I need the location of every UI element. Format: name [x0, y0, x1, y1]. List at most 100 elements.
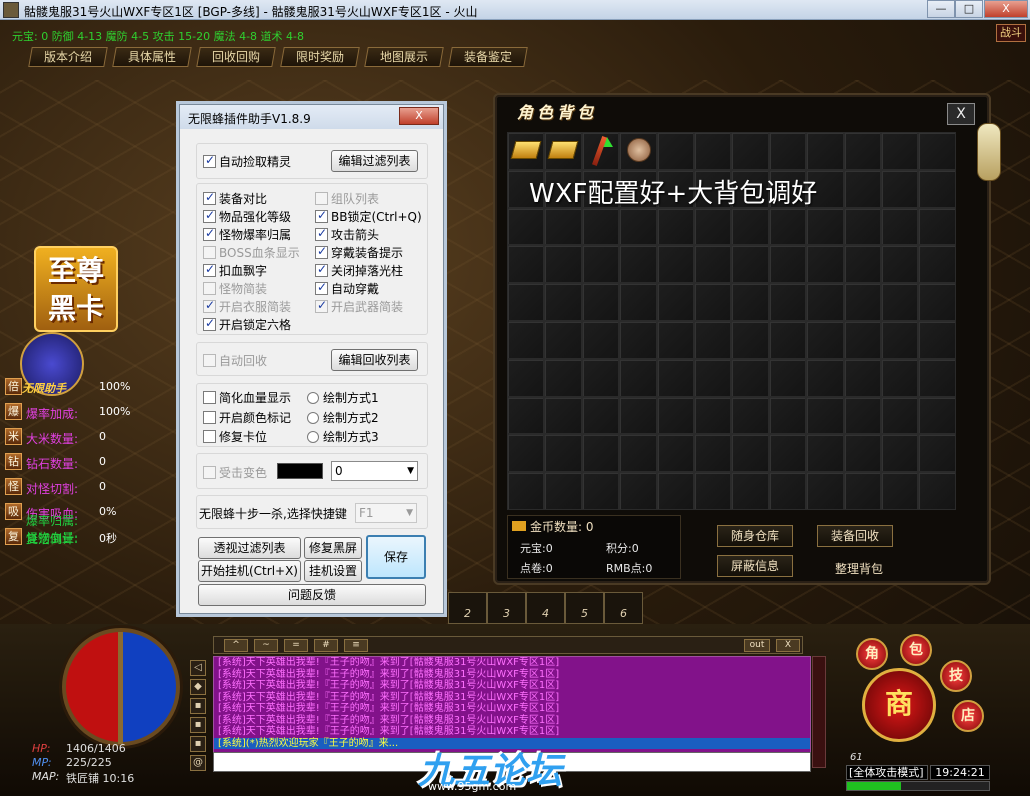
stat-icon[interactable]: 怪	[5, 478, 22, 495]
tab-rewards[interactable]: 限时奖励	[280, 47, 360, 67]
inventory-slot[interactable]	[880, 245, 919, 284]
option-checkbox[interactable]: BB锁定(Ctrl+Q)	[315, 208, 422, 224]
inventory-slot[interactable]	[806, 283, 844, 321]
dialog-close-button[interactable]: X	[399, 107, 439, 125]
inventory-slot[interactable]	[507, 207, 545, 246]
inventory-slot[interactable]	[806, 245, 844, 284]
inventory-slot[interactable]	[544, 396, 582, 435]
inventory-slot[interactable]	[843, 169, 881, 208]
inventory-slot[interactable]	[880, 396, 919, 435]
inventory-slot[interactable]	[544, 358, 582, 397]
inventory-slot[interactable]	[731, 396, 769, 435]
perspective-filter-button[interactable]: 透视过滤列表	[198, 537, 301, 559]
inventory-slot[interactable]	[507, 472, 545, 510]
inventory-slot[interactable]	[843, 358, 881, 397]
inventory-slot[interactable]	[880, 169, 919, 208]
inventory-slot[interactable]	[768, 320, 807, 359]
inventory-slot[interactable]	[806, 358, 844, 397]
inventory-slot[interactable]	[768, 132, 807, 170]
inventory-slot[interactable]	[507, 434, 545, 473]
chat-side-icon[interactable]: @	[190, 755, 206, 771]
inventory-slot[interactable]	[843, 396, 881, 435]
inventory-slot[interactable]	[507, 396, 545, 435]
chat-filter-icon[interactable]: ~	[254, 639, 278, 652]
inventory-slot[interactable]	[768, 434, 807, 473]
inventory-slot[interactable]	[544, 472, 582, 510]
option-checkbox[interactable]: 开启衣服简装	[203, 298, 291, 314]
hotbar-slot[interactable]: 5	[565, 592, 604, 624]
inventory-slot[interactable]	[731, 358, 769, 397]
inventory-slot[interactable]	[693, 245, 732, 284]
fix-stuck-checkbox[interactable]: 修复卡位	[203, 428, 267, 444]
inventory-slot[interactable]	[581, 396, 620, 435]
inventory-slot[interactable]	[693, 358, 732, 397]
hotbar-slot[interactable]: 4	[526, 592, 565, 624]
inventory-slot[interactable]	[768, 207, 807, 246]
bag-button[interactable]: 包	[900, 634, 932, 666]
option-checkbox[interactable]: 开启武器简装	[315, 298, 403, 314]
equipment-recycle-button[interactable]: 装备回收	[817, 525, 893, 547]
portable-storage-button[interactable]: 随身仓库	[717, 525, 793, 547]
hotbar-slot[interactable]: 2	[448, 592, 487, 624]
skill-button[interactable]: 技	[940, 660, 972, 692]
inventory-slot[interactable]	[619, 358, 657, 397]
inventory-slot[interactable]	[656, 396, 694, 435]
close-window-button[interactable]: X	[984, 0, 1028, 18]
inventory-slot[interactable]	[843, 207, 881, 246]
inventory-slot[interactable]	[880, 434, 919, 473]
tab-recycle[interactable]: 回收回购	[196, 47, 276, 67]
inventory-slot[interactable]	[843, 434, 881, 473]
inventory-slot[interactable]	[507, 320, 545, 359]
inventory-slot[interactable]	[806, 396, 844, 435]
edit-filter-button[interactable]: 编辑过滤列表	[331, 150, 418, 172]
tab-version[interactable]: 版本介绍	[28, 47, 108, 67]
inventory-slot[interactable]	[880, 358, 919, 397]
inventory-slot[interactable]	[619, 207, 657, 246]
inventory-slot[interactable]	[619, 132, 657, 170]
fix-black-screen-button[interactable]: 修复黑屏	[304, 537, 362, 559]
inventory-slot[interactable]	[544, 320, 582, 359]
inventory-slot[interactable]	[843, 320, 881, 359]
option-checkbox[interactable]: 装备对比	[203, 190, 267, 206]
inventory-slot[interactable]	[918, 169, 956, 208]
inventory-slot[interactable]	[843, 472, 881, 510]
inventory-slot[interactable]	[619, 245, 657, 284]
inventory-slot[interactable]	[880, 472, 919, 510]
inventory-slot[interactable]	[544, 434, 582, 473]
inventory-slot[interactable]	[731, 434, 769, 473]
chat-side-icon[interactable]: ▪	[190, 717, 206, 733]
option-checkbox[interactable]: BOSS血条显示	[203, 244, 300, 260]
chat-filter-icon[interactable]: ^	[224, 639, 248, 652]
auto-recycle-checkbox[interactable]: 自动回收	[203, 352, 267, 368]
draw-mode-3-radio[interactable]: 绘制方式3	[307, 428, 379, 444]
inventory-close-button[interactable]: X	[947, 103, 975, 125]
inventory-slot[interactable]	[843, 245, 881, 284]
inventory-slot[interactable]	[918, 472, 956, 510]
minimize-button[interactable]: —	[927, 0, 955, 18]
edit-recycle-button[interactable]: 编辑回收列表	[331, 349, 418, 371]
chat-filter-icon[interactable]: ≡	[344, 639, 368, 652]
inventory-slot[interactable]	[507, 283, 545, 321]
inventory-slot[interactable]	[693, 434, 732, 473]
tab-appraise[interactable]: 装备鉴定	[448, 47, 528, 67]
inventory-slot[interactable]	[619, 396, 657, 435]
simplify-hp-checkbox[interactable]: 简化血量显示	[203, 389, 291, 405]
stat-icon[interactable]: 米	[5, 428, 22, 445]
inventory-slot[interactable]	[581, 434, 620, 473]
inventory-slot[interactable]	[806, 132, 844, 170]
option-checkbox[interactable]: 自动穿戴	[315, 280, 379, 296]
inventory-slot[interactable]	[544, 245, 582, 284]
chat-side-icon[interactable]: ◁	[190, 660, 206, 676]
inventory-slot[interactable]	[806, 434, 844, 473]
inventory-slot[interactable]	[768, 283, 807, 321]
chat-scrollbar[interactable]	[812, 656, 826, 768]
option-checkbox[interactable]: 怪物简装	[203, 280, 267, 296]
feedback-button[interactable]: 问题反馈	[198, 584, 426, 606]
inventory-slot[interactable]	[507, 245, 545, 284]
inventory-slot[interactable]	[768, 358, 807, 397]
inventory-slot[interactable]	[507, 358, 545, 397]
option-checkbox[interactable]: 攻击箭头	[315, 226, 379, 242]
inventory-slot[interactable]	[918, 358, 956, 397]
inventory-slot[interactable]	[656, 283, 694, 321]
chat-out-button[interactable]: out	[744, 639, 770, 652]
